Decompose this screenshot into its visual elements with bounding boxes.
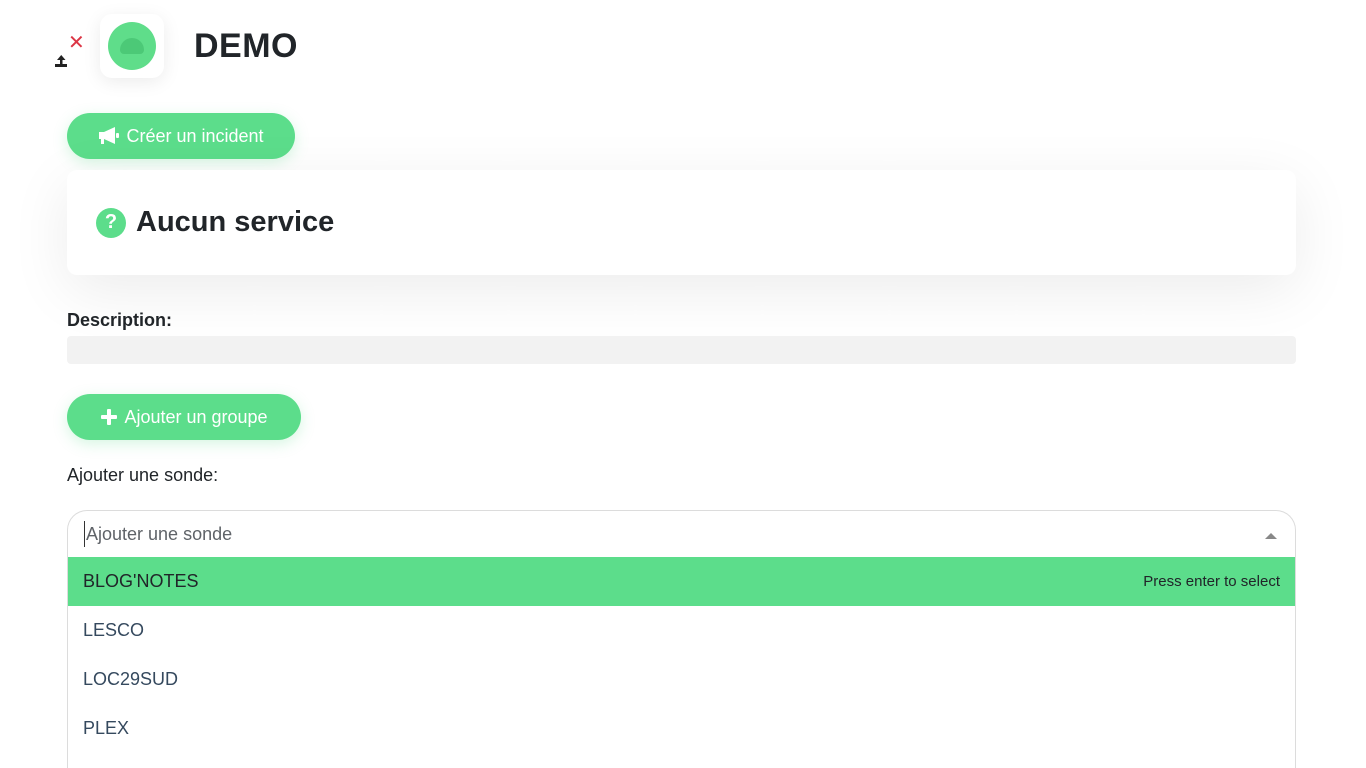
create-incident-button[interactable]: Créer un incident: [67, 113, 295, 159]
service-card: ? Aucun service: [67, 170, 1296, 275]
megaphone-icon: [99, 127, 120, 144]
probe-option-label: LESCO: [83, 620, 145, 640]
header: ✕ DEMO: [54, 14, 298, 78]
probe-select[interactable]: BLOG'NOTES Press enter to select LESCO L…: [67, 510, 1296, 768]
probe-option[interactable]: LOC29SUD: [68, 655, 1295, 704]
page: ✕ DEMO Créer un incident ? Aucun service…: [0, 0, 1366, 768]
description-label: Description:: [67, 310, 173, 330]
upload-icon[interactable]: [54, 54, 68, 68]
logo-tools: ✕: [54, 14, 94, 78]
close-icon[interactable]: ✕: [68, 33, 85, 53]
page-title: DEMO: [194, 26, 298, 65]
probe-option-label: BLOG'NOTES: [83, 571, 199, 591]
add-group-button[interactable]: Ajouter un groupe: [67, 394, 301, 440]
probe-option[interactable]: LESCO: [68, 606, 1295, 655]
probe-option[interactable]: PLEX: [68, 704, 1295, 753]
probe-option-label: PLEX: [83, 718, 130, 738]
probe-label: Ajouter une sonde:: [67, 465, 219, 485]
logo-shape: [120, 38, 144, 54]
probe-search-input[interactable]: [84, 521, 1236, 547]
description-field[interactable]: [67, 336, 1296, 364]
project-logo[interactable]: [100, 14, 164, 78]
plus-icon: [101, 409, 118, 425]
question-circle-icon: ?: [96, 207, 126, 238]
probe-option[interactable]: BLOG'NOTES Press enter to select: [68, 557, 1295, 606]
caret-up-icon[interactable]: [1265, 533, 1277, 539]
probe-option-list: BLOG'NOTES Press enter to select LESCO L…: [68, 557, 1295, 753]
logo-circle: [108, 22, 156, 70]
probe-option-label: LOC29SUD: [83, 669, 179, 689]
add-group-label: Ajouter un groupe: [124, 406, 268, 427]
service-status-title: Aucun service: [136, 206, 335, 238]
select-hint: Press enter to select: [1143, 573, 1280, 590]
create-incident-label: Créer un incident: [126, 125, 264, 146]
